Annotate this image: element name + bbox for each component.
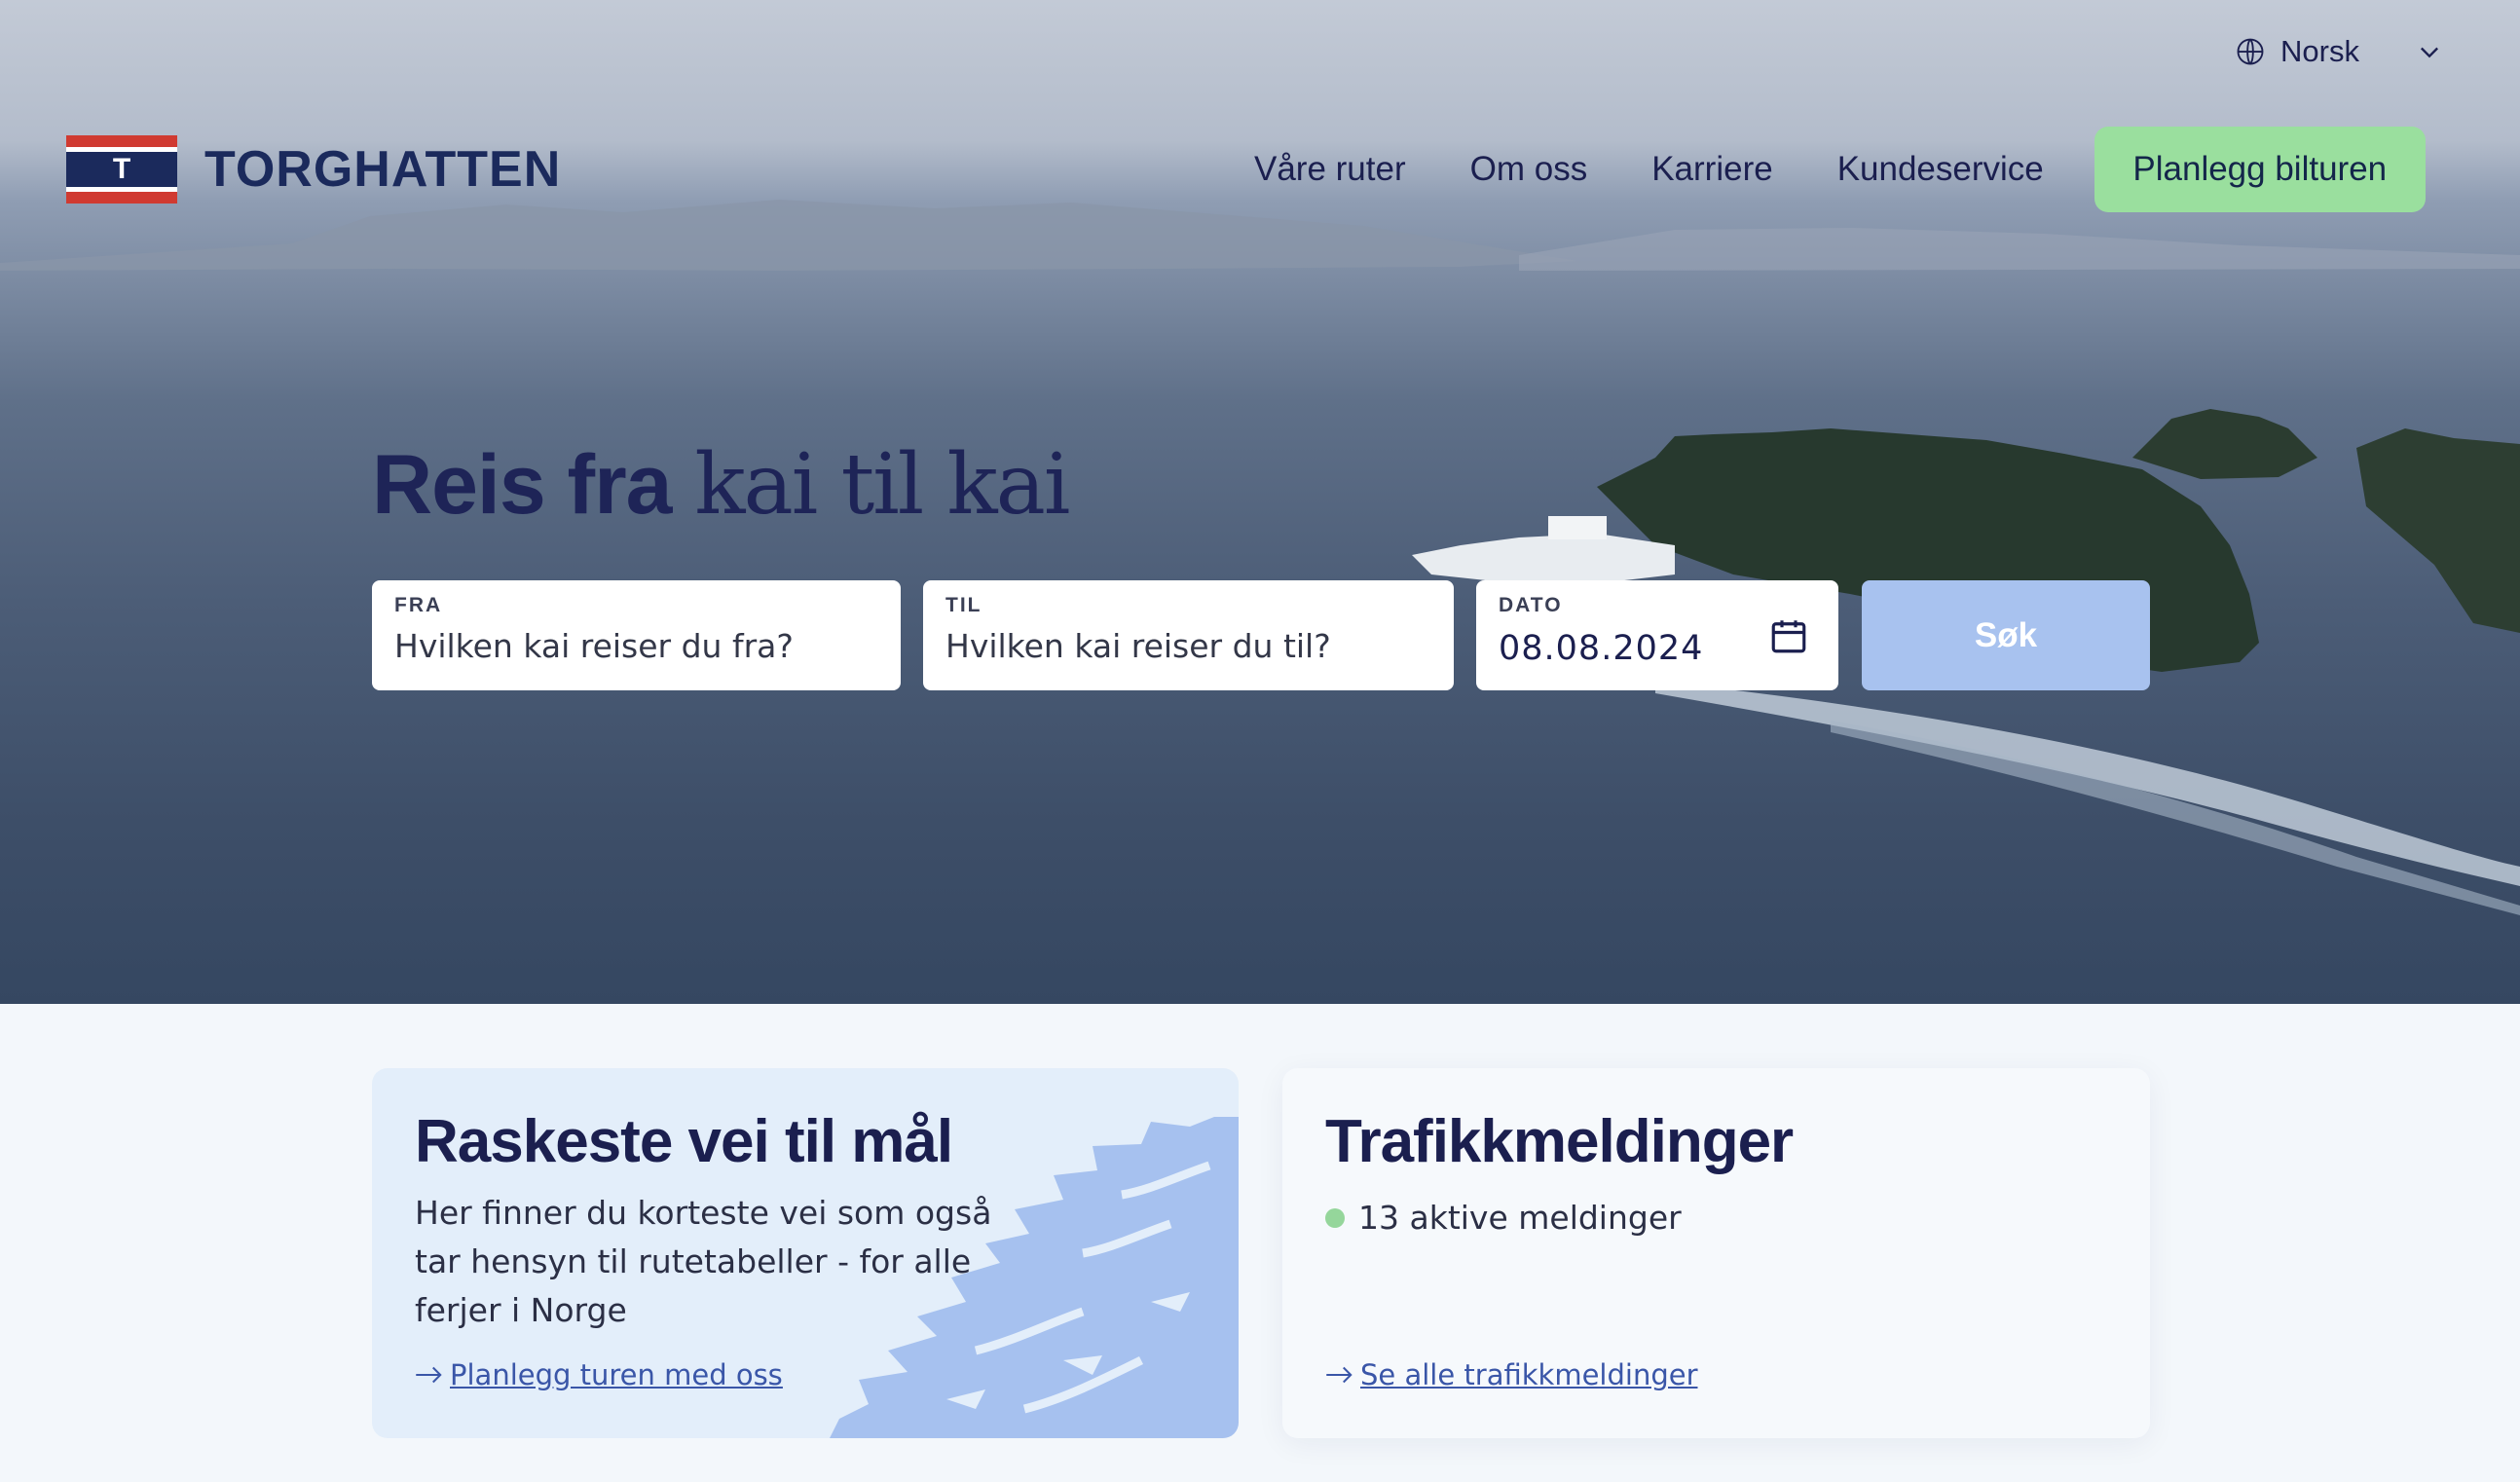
arrow-right-icon bbox=[416, 1366, 442, 1384]
plan-trip-button[interactable]: Planlegg bilturen bbox=[2094, 127, 2426, 212]
traffic-count: 13 aktive meldinger bbox=[1358, 1199, 1682, 1237]
logo-letter: T bbox=[112, 153, 131, 185]
to-label: TIL bbox=[945, 594, 982, 616]
plan-route-link[interactable]: Planlegg turen med oss bbox=[415, 1358, 783, 1391]
route-description: Her finner du korteste vei som også tar … bbox=[415, 1194, 992, 1329]
plan-route-link-label: Planlegg turen med oss bbox=[450, 1358, 783, 1391]
date-field[interactable]: DATO 08.08.2024 bbox=[1476, 580, 1838, 690]
hero-headline: Reis fra kai til kai bbox=[372, 436, 1070, 534]
all-traffic-link-label: Se alle trafikkmeldinger bbox=[1360, 1358, 1698, 1391]
date-label: DATO bbox=[1499, 594, 1563, 616]
chevron-down-icon bbox=[2420, 47, 2438, 58]
traffic-card: Trafikkmeldinger 13 aktive meldinger Se … bbox=[1282, 1068, 2150, 1438]
nav-karriere[interactable]: Karriere bbox=[1651, 150, 1772, 189]
from-label: FRA bbox=[394, 594, 443, 616]
headline-serif: kai til kai bbox=[694, 436, 1070, 534]
calendar-icon[interactable] bbox=[1768, 615, 1809, 656]
traffic-status: 13 aktive meldinger bbox=[1325, 1199, 1682, 1237]
status-dot-icon bbox=[1325, 1207, 1345, 1228]
from-field[interactable]: FRA bbox=[372, 580, 901, 690]
language-label: Norsk bbox=[2280, 34, 2359, 68]
nav-kundeservice[interactable]: Kundeservice bbox=[1837, 150, 2044, 189]
fastest-route-card: Raskeste vei til mål Her finner du korte… bbox=[372, 1068, 1239, 1438]
nav-om-oss[interactable]: Om oss bbox=[1470, 150, 1588, 189]
traffic-title: Trafikkmeldinger bbox=[1325, 1108, 1794, 1175]
nav-vare-ruter[interactable]: Våre ruter bbox=[1254, 150, 1406, 189]
main-nav: Våre ruter Om oss Karriere Kundeservice … bbox=[1254, 127, 2426, 212]
route-title: Raskeste vei til mål bbox=[415, 1108, 953, 1175]
flag-logo-icon: T bbox=[66, 135, 177, 204]
search-button[interactable]: Søk bbox=[1862, 580, 2150, 690]
arrow-right-icon bbox=[1326, 1366, 1353, 1384]
brand-name: TORGHATTEN bbox=[204, 141, 562, 198]
all-traffic-link[interactable]: Se alle trafikkmeldinger bbox=[1325, 1358, 1698, 1391]
from-input[interactable] bbox=[394, 627, 877, 665]
globe-icon bbox=[2237, 38, 2264, 65]
to-field[interactable]: TIL bbox=[923, 580, 1454, 690]
to-input[interactable] bbox=[945, 627, 1430, 665]
headline-bold: Reis fra bbox=[372, 438, 672, 532]
logo[interactable]: T TORGHATTEN bbox=[66, 135, 561, 204]
language-selector[interactable]: Norsk bbox=[2236, 29, 2443, 74]
